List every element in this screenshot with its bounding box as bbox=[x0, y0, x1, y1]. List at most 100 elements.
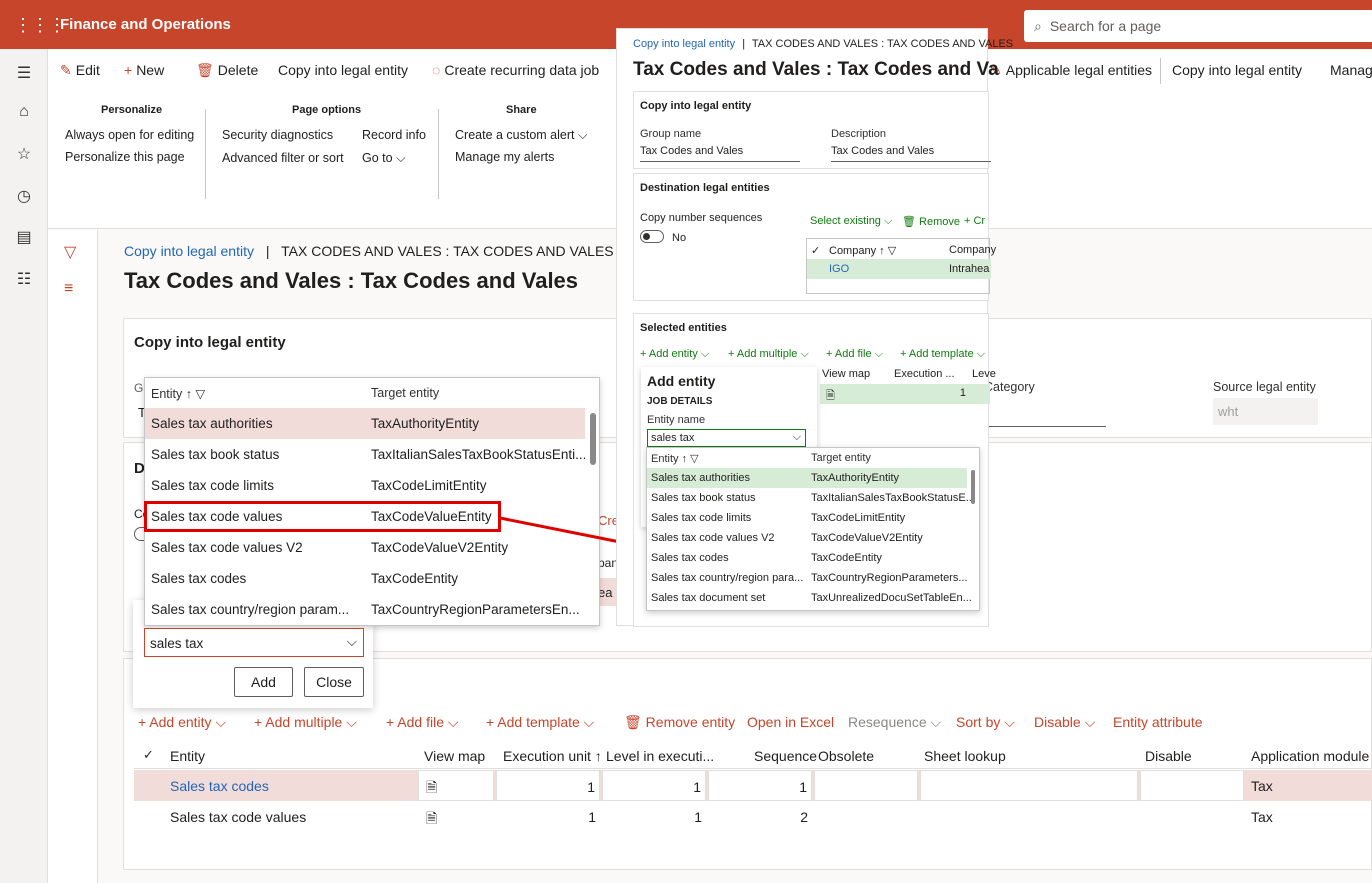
search-input[interactable]: ⌕ Search for a page bbox=[1024, 10, 1372, 42]
select-all-check-icon[interactable]: ✓ bbox=[143, 747, 154, 763]
disable-button[interactable]: Disable ⌵ bbox=[1034, 714, 1095, 731]
inset-level-header[interactable]: Leve bbox=[972, 368, 996, 380]
entity-attribute-button[interactable]: Entity attribute bbox=[1113, 714, 1203, 730]
company-value[interactable]: IGO bbox=[829, 263, 849, 275]
scrollbar[interactable] bbox=[971, 470, 975, 504]
inset-dropdown-option[interactable]: Sales tax country/region para... TaxCount… bbox=[647, 568, 968, 588]
copy-sequences-toggle[interactable] bbox=[640, 230, 664, 243]
inset-add-multiple[interactable]: + Add multiple ⌵ bbox=[728, 348, 809, 361]
company-header-2[interactable]: Company bbox=[949, 244, 996, 256]
inset-dropdown-option[interactable]: Sales tax code limits TaxCodeLimitEntity bbox=[647, 508, 967, 528]
always-open-for-editing[interactable]: Always open for editing bbox=[65, 128, 194, 142]
add-entity-button[interactable]: + Add entity ⌵ bbox=[138, 714, 226, 731]
inset-view-map-header[interactable]: View map bbox=[822, 368, 870, 380]
source-legal-entity-field[interactable]: wht bbox=[1213, 398, 1318, 425]
dropdown-option[interactable]: Sales tax country/region param... TaxCoun… bbox=[145, 594, 585, 625]
remove-entity-button[interactable]: 🗑 Remove entity bbox=[624, 714, 735, 731]
view-map-icon[interactable]: 🗎 bbox=[426, 808, 437, 832]
create-button[interactable]: + Cr bbox=[964, 215, 985, 227]
select-existing-button[interactable]: Select existing ⌵ bbox=[810, 215, 892, 228]
check-icon[interactable]: ✓ bbox=[811, 244, 820, 257]
inset-dropdown-option[interactable]: Sales tax codes TaxCodeEntity bbox=[647, 548, 967, 568]
description-field[interactable]: Tax Codes and Vales bbox=[831, 145, 991, 162]
view-map-icon[interactable]: 🗎 bbox=[426, 777, 437, 801]
header-execution-unit[interactable]: Execution unit ↑ bbox=[503, 748, 602, 764]
inset-add-entity[interactable]: + Add entity ⌵ bbox=[640, 348, 709, 361]
copy-into-legal-entity-button[interactable]: Copy into legal entity bbox=[278, 62, 408, 78]
header-entity[interactable]: Entity bbox=[170, 748, 205, 764]
create-recurring-data-job-button[interactable]: ◌ Create recurring data job bbox=[432, 62, 599, 78]
table-row[interactable]: Sales tax code values 🗎 1 1 2 Tax bbox=[134, 801, 1372, 832]
applicable-legal-entities-button[interactable]: ✎ Applicable legal entities bbox=[990, 62, 1152, 79]
dropdown-option[interactable]: Sales tax codes TaxCodeEntity bbox=[145, 563, 585, 594]
resequence-button[interactable]: Resequence ⌵ bbox=[848, 714, 941, 731]
breadcrumb-link[interactable]: Copy into legal entity bbox=[124, 243, 254, 259]
record-info[interactable]: Record info bbox=[362, 128, 426, 142]
dropdown-option[interactable]: Sales tax code limits TaxCodeLimitEntity bbox=[145, 470, 585, 501]
inset-dd-header-target[interactable]: Target entity bbox=[811, 452, 871, 464]
go-to[interactable]: Go to ⌵ bbox=[362, 151, 406, 166]
add-multiple-button[interactable]: + Add multiple ⌵ bbox=[254, 714, 357, 731]
hamburger-icon[interactable]: ☰ bbox=[14, 63, 34, 83]
row-entity[interactable]: Sales tax code values bbox=[170, 809, 306, 825]
table-row[interactable]: Sales tax codes 🗎 1 1 1 Tax bbox=[134, 770, 1372, 801]
company-header[interactable]: Company ↑ ▽ bbox=[829, 244, 896, 257]
app-title[interactable]: Finance and Operations bbox=[60, 16, 231, 33]
category-field[interactable]: t bbox=[984, 405, 1106, 427]
security-diagnostics[interactable]: Security diagnostics bbox=[222, 128, 333, 142]
dd-header-target[interactable]: Target entity bbox=[371, 386, 439, 400]
add-file-button[interactable]: + Add file ⌵ bbox=[386, 714, 459, 731]
row-exec[interactable]: 1 bbox=[496, 770, 600, 801]
close-button[interactable]: Close bbox=[304, 667, 364, 697]
clock-icon[interactable]: ◷ bbox=[14, 186, 34, 206]
inset-add-template[interactable]: + Add template ⌵ bbox=[900, 348, 985, 361]
waffle-icon[interactable]: ⋮⋮⋮ bbox=[14, 16, 66, 36]
manage-button[interactable]: Manag bbox=[1330, 62, 1372, 78]
dd-header-entity[interactable]: Entity ↑ ▽ bbox=[151, 386, 205, 401]
inset-dropdown-option[interactable]: Sales tax code values V2 TaxCodeValueV2En… bbox=[647, 528, 967, 548]
inset-dropdown-option[interactable]: Sales tax document set TaxUnrealizedDocuS… bbox=[647, 588, 972, 608]
sort-by-button[interactable]: Sort by ⌵ bbox=[956, 714, 1015, 731]
entity-name-input[interactable]: sales tax ⌵ bbox=[144, 628, 364, 657]
remove-button[interactable]: 🗑 Remove bbox=[902, 215, 960, 228]
dropdown-option[interactable]: Sales tax authorities TaxAuthorityEntity bbox=[145, 408, 585, 439]
inset-dropdown-option[interactable]: Sales tax authorities TaxAuthorityEntity bbox=[647, 468, 967, 488]
advanced-filter-or-sort[interactable]: Advanced filter or sort bbox=[222, 151, 344, 165]
inset-exec-header[interactable]: Execution ... bbox=[894, 368, 955, 380]
filter-icon[interactable]: ▽ bbox=[64, 242, 76, 262]
personalize-this-page[interactable]: Personalize this page bbox=[65, 150, 185, 164]
row-entity[interactable]: Sales tax codes bbox=[170, 778, 269, 794]
add-template-button[interactable]: + Add template ⌵ bbox=[486, 714, 594, 731]
inset-add-file[interactable]: + Add file ⌵ bbox=[826, 348, 883, 361]
inset-dd-header-entity[interactable]: Entity ↑ ▽ bbox=[651, 452, 699, 465]
workspace-icon[interactable]: ▤ bbox=[14, 227, 34, 247]
inset-dropdown-option[interactable]: Sales tax book status TaxItalianSalesTaxB… bbox=[647, 488, 975, 508]
copy-into-legal-entity-button-right[interactable]: Copy into legal entity bbox=[1172, 62, 1302, 78]
header-obsolete[interactable]: Obsolete bbox=[818, 748, 874, 764]
header-disable[interactable]: Disable bbox=[1145, 748, 1192, 764]
delete-button[interactable]: 🗑 Delete bbox=[196, 62, 258, 79]
list-icon[interactable]: ≡ bbox=[64, 280, 73, 298]
row-sequence[interactable]: 1 bbox=[708, 770, 812, 801]
manage-my-alerts[interactable]: Manage my alerts bbox=[455, 150, 554, 164]
open-in-excel-button[interactable]: Open in Excel bbox=[747, 714, 834, 730]
group-name-field[interactable]: Tax Codes and Vales bbox=[640, 145, 800, 162]
add-button[interactable]: Add bbox=[234, 667, 293, 697]
star-icon[interactable]: ☆ bbox=[14, 144, 34, 164]
company-row[interactable]: IGO Intrahea bbox=[807, 259, 991, 279]
header-view-map[interactable]: View map bbox=[424, 748, 485, 764]
view-map-icon[interactable]: 🗎 bbox=[826, 387, 835, 406]
inset-entity-row[interactable]: 🗎 1 bbox=[820, 384, 990, 404]
row-level[interactable]: 1 bbox=[602, 770, 706, 801]
home-icon[interactable]: ⌂ bbox=[14, 103, 34, 123]
header-sequence[interactable]: Sequence bbox=[754, 748, 817, 764]
scrollbar[interactable] bbox=[590, 413, 596, 465]
header-application-module[interactable]: Application module bbox=[1251, 748, 1369, 764]
dropdown-option[interactable]: Sales tax book status TaxItalianSalesTaxB… bbox=[145, 439, 585, 470]
new-button[interactable]: + New bbox=[124, 62, 164, 78]
modules-icon[interactable]: ☷ bbox=[14, 269, 34, 289]
header-level[interactable]: Level in executi... bbox=[606, 748, 714, 764]
edit-button[interactable]: ✎ Edit bbox=[60, 62, 100, 79]
inset-entity-name-input[interactable]: sales tax ⌵ bbox=[647, 429, 806, 447]
header-sheet-lookup[interactable]: Sheet lookup bbox=[924, 748, 1006, 764]
